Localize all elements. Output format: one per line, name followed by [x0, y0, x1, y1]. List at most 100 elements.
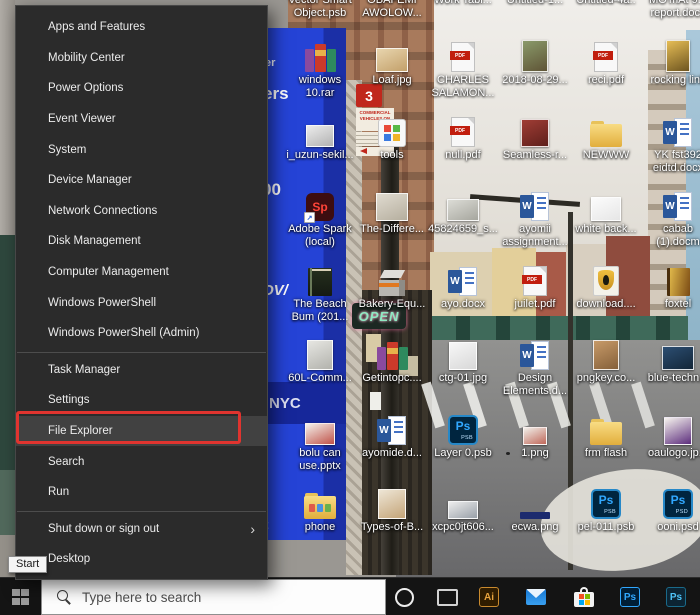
desktop-icon-bakery-equ[interactable]: Bakery-Equ... — [358, 262, 426, 311]
taskbar-button-mail[interactable] — [514, 578, 558, 615]
folder-icon — [590, 113, 622, 147]
desktop-icon-2018-08-29[interactable]: 2018-08-29... — [501, 38, 569, 87]
icon-label: ecwa.png — [511, 521, 558, 534]
desktop-icon-work-tabl[interactable]: Work Tabl... — [429, 0, 497, 7]
desktop-icon-phone[interactable]: phone — [286, 485, 354, 534]
taskbar-button-illustrator[interactable]: Ai — [467, 578, 511, 615]
icon-label-line: ecwa.png — [511, 521, 558, 534]
desktop-icon-juilet-pdf[interactable]: PDFjuilet.pdf — [501, 262, 569, 311]
menu-item-search[interactable]: Search — [16, 446, 267, 477]
desktop-icon-1-png[interactable]: 1.png — [501, 411, 569, 460]
desktop-icon-adobe-spark-local[interactable]: Sp↗Adobe Spark(local) — [286, 187, 354, 248]
desktop-icon-pel-011-psb[interactable]: PsPSBpel-011.psb — [572, 485, 640, 534]
desktop-icon-loaf-jpg[interactable]: Loaf.jpg — [358, 38, 426, 87]
illustrator-icon: Ai — [479, 587, 499, 607]
desktop-icon-45824659-s[interactable]: 45824659_s... — [429, 187, 497, 236]
desktop-icon-charles-salamon[interactable]: PDFCHARLESSALAMON... — [429, 38, 497, 99]
menu-item-windows-powershell[interactable]: Windows PowerShell — [16, 287, 267, 318]
taskbar-button-task-view[interactable] — [425, 578, 469, 615]
desktop-icon-60l-comm[interactable]: 60L-Comm... — [286, 336, 354, 385]
icon-label-line: SALAMON... — [432, 87, 495, 100]
desktop-icon-bolu-can-use-pptx[interactable]: bolu canuse.pptx — [286, 411, 354, 472]
thumb-icon — [593, 336, 619, 370]
icon-label-line: ayo.docx — [441, 298, 485, 311]
desktop-icon-white-back[interactable]: white back... — [572, 187, 640, 236]
menu-item-label: Disk Management — [48, 235, 141, 247]
desktop-icon-untitled-1[interactable]: Untitled-1... — [501, 0, 569, 7]
desktop-icon-rocking-link[interactable]: rocking link — [644, 38, 700, 87]
desktop-icon-i-uzun-sekil[interactable]: i_uzun-sekil... — [286, 113, 354, 162]
menu-item-run[interactable]: Run — [16, 477, 267, 508]
desktop-icon-pngkey-co[interactable]: pngkey.co... — [572, 336, 640, 385]
taskbar-button-cortana[interactable] — [382, 578, 426, 615]
desktop-icon-newww[interactable]: NEWWW — [572, 113, 640, 162]
desktop-icon-types-of-b[interactable]: Types-of-B... — [358, 485, 426, 534]
desktop-icon-blue-techn[interactable]: blue-techn... — [644, 336, 700, 385]
taskbar-button-photoshop[interactable]: Ps — [608, 578, 652, 615]
menu-item-network-connections[interactable]: Network Connections — [16, 196, 267, 227]
icon-label: ooni.psd — [657, 521, 699, 534]
icon-label: reci.pdf — [588, 74, 624, 87]
desktop-icon-ecwa-png[interactable]: ecwa.png — [501, 485, 569, 534]
page-fold — [611, 43, 617, 49]
desktop-icon-download[interactable]: download.... — [572, 262, 640, 311]
desktop-icon-vector-smart-object-psb[interactable]: Vector SmartObject.psb — [286, 0, 354, 19]
desktop-icon-xcpc0jt606[interactable]: xcpc0jt606... — [429, 485, 497, 534]
desktop-icon-design-elements-d[interactable]: WDesignElements.d... — [501, 336, 569, 397]
desktop-icon-foxtel[interactable]: foxtel — [644, 262, 700, 311]
menu-item-task-manager[interactable]: Task Manager — [16, 355, 267, 386]
spark-square: Sp↗ — [306, 193, 334, 221]
menu-item-shut-down-or-sign-out[interactable]: Shut down or sign out› — [16, 514, 267, 545]
desktop-icon-the-differe[interactable]: The-Differe... — [358, 187, 426, 236]
desktop-icon-windows-10-rar[interactable]: windows10.rar — [286, 38, 354, 99]
desktop-icon-untitled-4a[interactable]: Untitled-4a.. — [572, 0, 640, 7]
pdf-icon: PDF — [451, 38, 475, 72]
icon-label: ayomide.d... — [362, 447, 422, 460]
menu-item-system[interactable]: System — [16, 134, 267, 165]
taskbar-button-store[interactable] — [562, 578, 606, 615]
icon-label-line: xcpc0jt606... — [432, 521, 494, 534]
thumb-icon — [447, 187, 479, 221]
desktop-icon-ayomii-assignment[interactable]: Wayomiiassignment... — [501, 187, 569, 248]
desktop-icon-cabab-1-docm[interactable]: Wcabab(1).docm — [644, 187, 700, 248]
desktop-icon-ayo-docx[interactable]: Wayo.docx — [429, 262, 497, 311]
desktop-icon-tools[interactable]: tools — [358, 113, 426, 162]
ps-tag: PSD — [676, 509, 688, 515]
icon-label-line: Bum (201... — [292, 311, 349, 324]
desktop-icon-mo-mat-9-report-docx[interactable]: MO'mAt 9...report.docx — [644, 0, 700, 19]
desktop-icon-seamless-r[interactable]: Seamless-r... — [501, 113, 569, 162]
menu-item-event-viewer[interactable]: Event Viewer — [16, 104, 267, 135]
desktop-icon-null-pdf[interactable]: PDFnull.pdf — [429, 113, 497, 162]
icon-label: Bakery-Equ... — [359, 298, 426, 311]
desktop-icon-yk-fst392-eidtd-docx[interactable]: WYK fst392eidtd.docx — [644, 113, 700, 174]
desktop-icon-getintopc[interactable]: Getintopc.... — [358, 336, 426, 385]
desktop-icon-oaulogo-jp[interactable]: oaulogo.jp... — [644, 411, 700, 460]
taskbar-search[interactable] — [41, 579, 386, 615]
menu-item-mobility-center[interactable]: Mobility Center — [16, 43, 267, 74]
desktop-icon-ctg-01-jpg[interactable]: ctg-01.jpg — [429, 336, 497, 385]
image-thumbnail — [449, 342, 477, 370]
desktop-icon-layer-0-psb[interactable]: PsPSBLayer 0.psb — [429, 411, 497, 460]
menu-item-device-manager[interactable]: Device Manager — [16, 165, 267, 196]
menu-item-windows-powershell-admin[interactable]: Windows PowerShell (Admin) — [16, 318, 267, 349]
desktop-icon-the-beach-bum-201[interactable]: The BeachBum (201... — [286, 262, 354, 323]
folder-icon — [590, 411, 622, 445]
box-front — [379, 280, 400, 296]
menu-item-disk-management[interactable]: Disk Management — [16, 226, 267, 257]
icon-label-line: cabab — [656, 223, 699, 236]
pdf-banner: PDF — [450, 51, 470, 60]
start-button[interactable] — [0, 578, 41, 615]
search-input[interactable] — [80, 589, 364, 606]
menu-item-desktop[interactable]: Desktop — [16, 544, 267, 575]
menu-item-power-options[interactable]: Power Options — [16, 73, 267, 104]
taskbar-button-photoshop-alt[interactable]: Ps — [654, 578, 698, 615]
menu-item-apps-and-features[interactable]: Apps and Features — [16, 12, 267, 43]
desktop-icon-ayomide-d[interactable]: Wayomide.d... — [358, 411, 426, 460]
desktop-icon-ooni-psd[interactable]: PsPSDooni.psd — [644, 485, 700, 534]
desktop-icon-reci-pdf[interactable]: PDFreci.pdf — [572, 38, 640, 87]
menu-item-computer-management[interactable]: Computer Management — [16, 257, 267, 288]
icon-label: 45824659_s... — [428, 223, 498, 236]
word-doc: W — [377, 416, 407, 445]
desktop-icon-obafemi-awolow[interactable]: OBAFEMIAWOLOW... — [358, 0, 426, 19]
desktop-icon-frm-flash[interactable]: frm flash — [572, 411, 640, 460]
